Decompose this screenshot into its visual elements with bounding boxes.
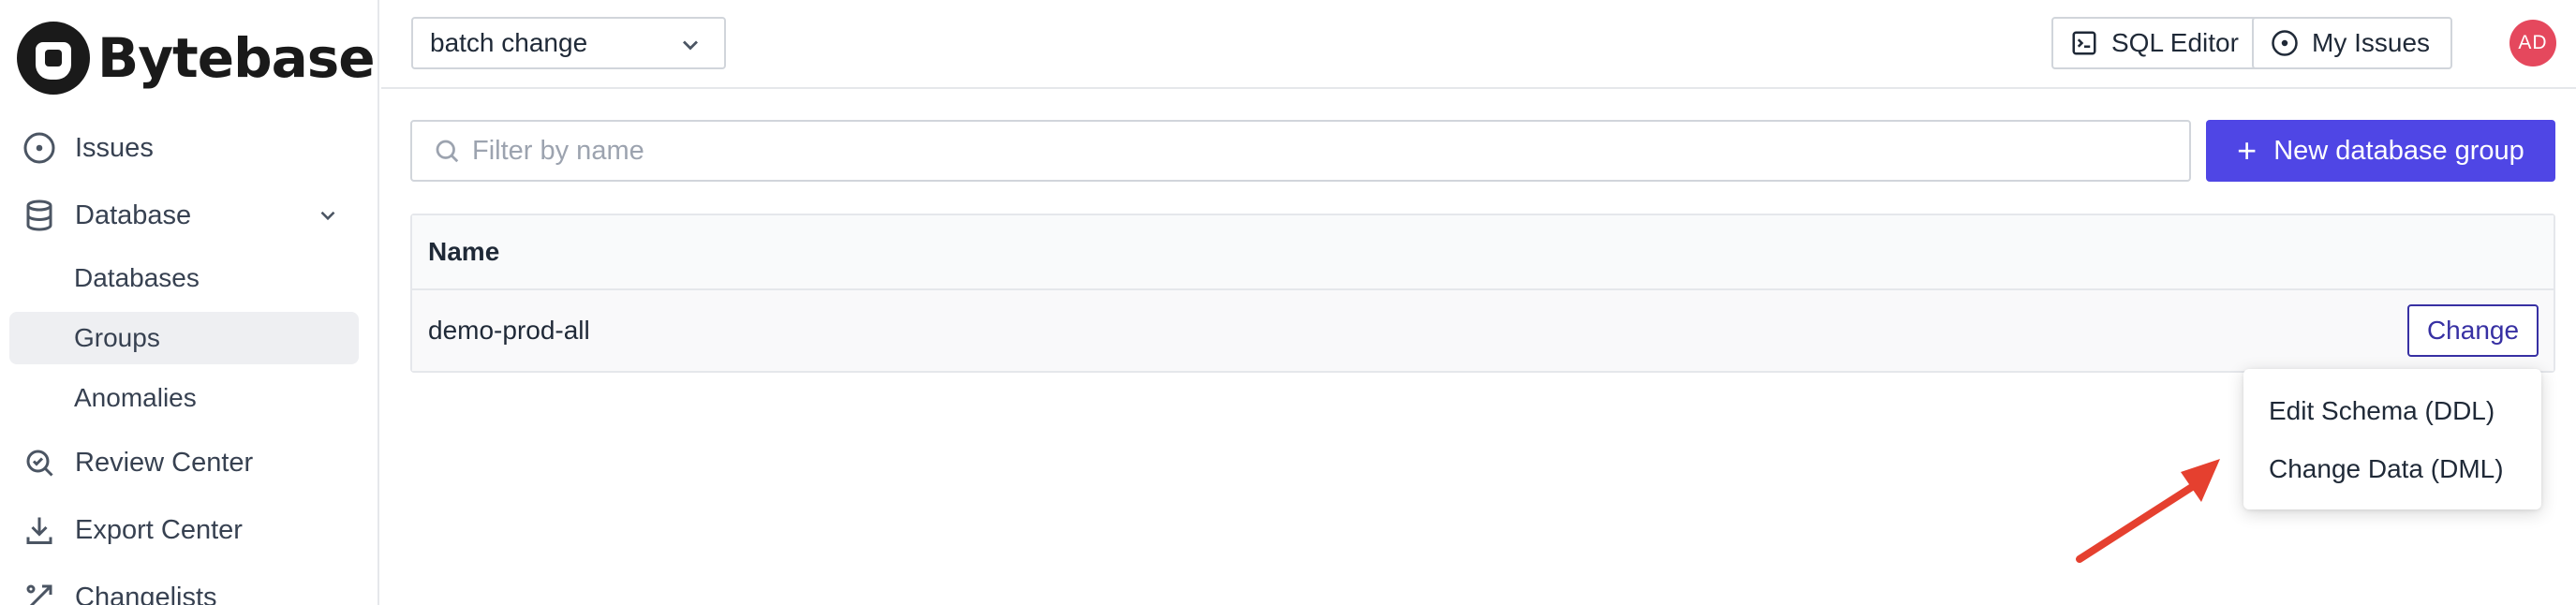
chevron-down-icon bbox=[677, 32, 703, 58]
menu-item-edit-schema[interactable]: Edit Schema (DDL) bbox=[2243, 382, 2541, 440]
sidebar-item-database[interactable]: Database bbox=[9, 188, 359, 243]
change-button[interactable]: Change bbox=[2407, 304, 2539, 357]
sidebar-item-label: Database bbox=[75, 199, 192, 230]
row-name: demo-prod-all bbox=[428, 316, 590, 345]
new-database-group-button[interactable]: + New database group bbox=[2206, 120, 2555, 182]
sidebar-subitem-databases[interactable]: Databases bbox=[9, 252, 359, 304]
sql-editor-button[interactable]: SQL Editor bbox=[2051, 17, 2261, 69]
sidebar-subitem-groups[interactable]: Groups bbox=[9, 312, 359, 364]
circle-dot-icon bbox=[21, 129, 58, 167]
sidebar-item-label: Changelists bbox=[75, 582, 217, 605]
changelist-icon bbox=[21, 579, 58, 605]
search-review-icon bbox=[21, 444, 58, 481]
database-group-table: Name demo-prod-all Change bbox=[410, 214, 2555, 373]
change-dropdown-menu: Edit Schema (DDL) Change Data (DML) bbox=[2243, 369, 2541, 509]
filter-input[interactable] bbox=[472, 135, 2139, 167]
sidebar-item-label: Export Center bbox=[75, 514, 243, 545]
circle-dot-icon bbox=[2272, 30, 2298, 56]
sidebar-item-review-center[interactable]: Review Center bbox=[9, 435, 359, 490]
my-issues-label: My Issues bbox=[2312, 28, 2431, 57]
terminal-icon bbox=[2072, 31, 2096, 55]
annotation-arrow-icon bbox=[2076, 459, 2220, 563]
new-database-group-label: New database group bbox=[2273, 135, 2524, 166]
sidebar-item-label: Review Center bbox=[75, 447, 254, 478]
database-icon bbox=[21, 197, 58, 234]
plus-icon: + bbox=[2237, 131, 2258, 170]
sidebar-item-export-center[interactable]: Export Center bbox=[9, 503, 359, 557]
sidebar-item-changelists[interactable]: Changelists bbox=[9, 570, 359, 605]
menu-item-change-data[interactable]: Change Data (DML) bbox=[2243, 440, 2541, 498]
chevron-down-icon[interactable] bbox=[316, 203, 340, 228]
project-select-value: batch change bbox=[430, 28, 588, 57]
sidebar-item-label: Issues bbox=[75, 132, 154, 163]
sidebar-subitem-label: Databases bbox=[74, 263, 200, 292]
sql-editor-label: SQL Editor bbox=[2111, 28, 2239, 57]
table-row[interactable]: demo-prod-all Change bbox=[412, 290, 2554, 371]
filter-field[interactable] bbox=[410, 120, 2191, 182]
bytebase-logo-icon bbox=[17, 22, 90, 95]
sidebar-subitem-label: Groups bbox=[74, 323, 160, 352]
top-header: batch change SQL Editor My Issues AD bbox=[381, 0, 2576, 89]
table-header: Name bbox=[412, 215, 2554, 290]
project-select[interactable]: batch change bbox=[411, 17, 726, 69]
search-icon bbox=[436, 140, 459, 163]
my-issues-button[interactable]: My Issues bbox=[2252, 17, 2453, 69]
sidebar-subitem-label: Anomalies bbox=[74, 383, 197, 412]
sidebar: Bytebase Issues Database Databases Group… bbox=[0, 0, 379, 605]
sidebar-item-issues[interactable]: Issues bbox=[9, 121, 359, 175]
sidebar-subitem-anomalies[interactable]: Anomalies bbox=[9, 372, 359, 424]
column-header-name: Name bbox=[428, 237, 500, 266]
logo-text: Bytebase bbox=[97, 26, 376, 90]
download-icon bbox=[21, 511, 58, 549]
avatar[interactable]: AD bbox=[2509, 20, 2556, 66]
bytebase-logo[interactable]: Bytebase bbox=[17, 21, 376, 96]
